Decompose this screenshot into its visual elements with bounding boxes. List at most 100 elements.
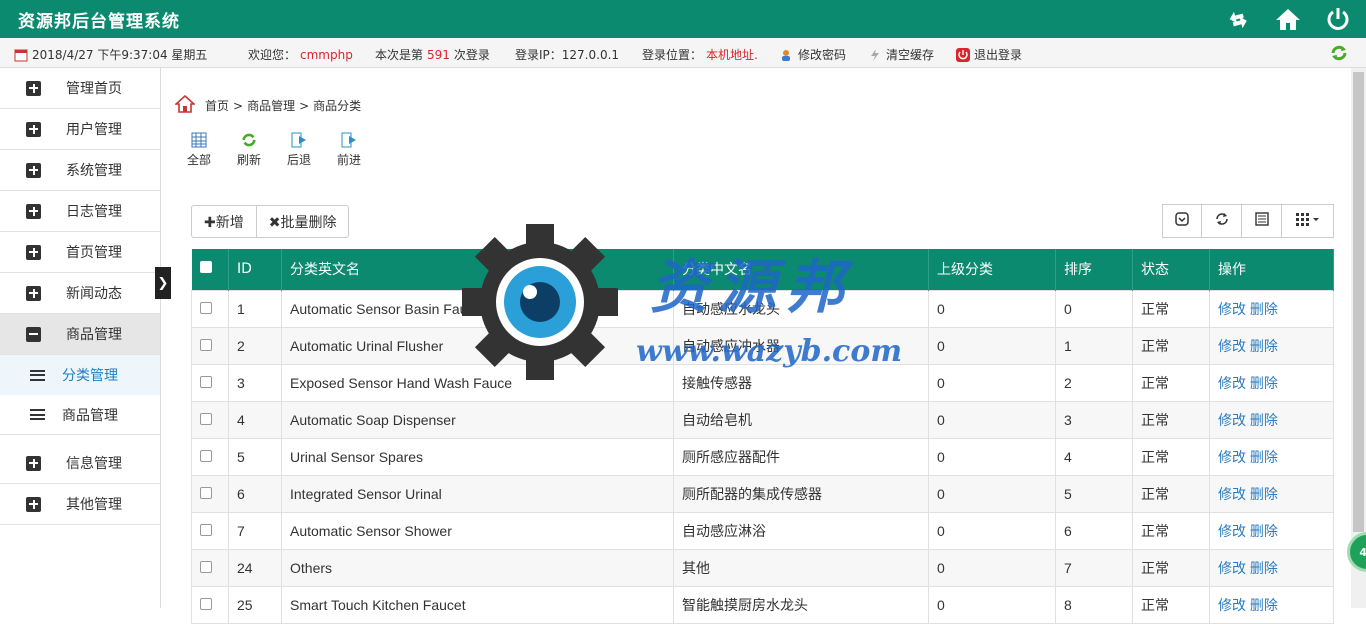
row-checkbox[interactable] bbox=[200, 523, 212, 536]
row-checkbox[interactable] bbox=[200, 375, 212, 388]
cell-status: 正常 bbox=[1132, 289, 1210, 328]
lightning-icon bbox=[868, 48, 882, 62]
row-checkbox[interactable] bbox=[200, 338, 212, 351]
cell-parent: 0 bbox=[928, 400, 1056, 439]
home-icon[interactable] bbox=[1274, 5, 1302, 33]
cell-actions: 修改 删除 bbox=[1209, 474, 1334, 513]
sidebar-item-homepage[interactable]: 首页管理 bbox=[0, 232, 160, 273]
column-header[interactable]: 状态 bbox=[1132, 249, 1210, 290]
edit-link[interactable]: 修改 bbox=[1218, 523, 1246, 539]
cell-status: 正常 bbox=[1132, 585, 1210, 624]
sidebar: 管理首页 用户管理 系统管理 日志管理 首页管理 新闻动态 商品管理 分类管理 … bbox=[0, 68, 161, 608]
row-checkbox[interactable] bbox=[200, 412, 212, 425]
breadcrumb-level1[interactable]: 商品管理 bbox=[247, 97, 295, 114]
edit-link[interactable]: 修改 bbox=[1218, 486, 1246, 502]
select-all-checkbox[interactable] bbox=[199, 261, 212, 274]
table-row: 3 Exposed Sensor Hand Wash Fauce 接触传感器 0 2 正常… bbox=[191, 363, 1334, 402]
edit-link[interactable]: 修改 bbox=[1218, 301, 1246, 317]
breadcrumb-home[interactable]: 首页 bbox=[205, 97, 229, 114]
table-row: 1 Automatic Sensor Basin Faucet 自动感应水龙头 0 0 正… bbox=[191, 289, 1334, 328]
breadcrumb: 首页 > 商品管理 > 商品分类 bbox=[173, 94, 361, 116]
sidebar-item-logs[interactable]: 日志管理 bbox=[0, 191, 160, 232]
login-ip: 登录IP：127.0.0.1 bbox=[515, 48, 620, 62]
delete-link[interactable]: 删除 bbox=[1250, 412, 1278, 428]
forward-icon bbox=[341, 132, 357, 148]
cell-english-name: Urinal Sensor Spares bbox=[281, 437, 674, 476]
cell-id: 25 bbox=[228, 585, 282, 624]
category-table: ID 分类英文名 分类中文名 上级分类 排序 状态 操作 1 Automatic … bbox=[191, 249, 1334, 624]
sidebar-item-system[interactable]: 系统管理 bbox=[0, 150, 160, 191]
action-buttons: ✚新增 ✖批量删除 bbox=[191, 205, 350, 238]
sidebar-item-home[interactable]: 管理首页 bbox=[0, 68, 160, 109]
column-header[interactable]: 排序 bbox=[1055, 249, 1133, 290]
show-all-button[interactable]: 全部 bbox=[181, 132, 217, 168]
column-header[interactable]: ID bbox=[228, 249, 282, 290]
refresh-button[interactable]: 刷新 bbox=[231, 132, 267, 168]
sidebar-item-products[interactable]: 商品管理 bbox=[0, 314, 160, 355]
switch-icon[interactable] bbox=[1224, 5, 1252, 33]
cell-id: 6 bbox=[228, 474, 282, 513]
table-row: 25 Smart Touch Kitchen Faucet 智能触摸厨房水龙头 0 8 正… bbox=[191, 585, 1334, 624]
row-checkbox[interactable] bbox=[200, 560, 212, 573]
add-button[interactable]: ✚新增 bbox=[191, 205, 257, 238]
clear-cache-link[interactable]: 清空缓存 bbox=[868, 46, 934, 63]
list-icon bbox=[30, 369, 45, 381]
power-icon[interactable] bbox=[1324, 5, 1352, 33]
delete-link[interactable]: 删除 bbox=[1250, 560, 1278, 576]
delete-link[interactable]: 删除 bbox=[1250, 486, 1278, 502]
plus-icon bbox=[26, 203, 41, 219]
cell-id: 24 bbox=[228, 548, 282, 587]
page-scrollbar[interactable] bbox=[1351, 68, 1366, 608]
toggle-search-button[interactable] bbox=[1162, 204, 1202, 238]
edit-link[interactable]: 修改 bbox=[1218, 412, 1246, 428]
calendar-icon bbox=[14, 48, 28, 62]
edit-link[interactable]: 修改 bbox=[1218, 375, 1246, 391]
row-checkbox[interactable] bbox=[200, 486, 212, 499]
cell-chinese-name: 自动给皂机 bbox=[673, 400, 929, 439]
batch-delete-button[interactable]: ✖批量删除 bbox=[256, 205, 350, 238]
forward-button[interactable]: 前进 bbox=[331, 132, 367, 168]
cell-chinese-name: 其他 bbox=[673, 548, 929, 587]
reload-table-button[interactable] bbox=[1202, 204, 1242, 238]
column-header[interactable]: 分类英文名 bbox=[281, 249, 674, 290]
cell-status: 正常 bbox=[1132, 437, 1210, 476]
edit-link[interactable]: 修改 bbox=[1218, 338, 1246, 354]
toggle-view-button[interactable] bbox=[1242, 204, 1282, 238]
table-row: 24 Others 其他 0 7 正常 修改 删除 bbox=[191, 548, 1334, 587]
edit-link[interactable]: 修改 bbox=[1218, 597, 1246, 613]
sidebar-subitem-products[interactable]: 商品管理 bbox=[0, 395, 160, 435]
sidebar-item-news[interactable]: 新闻动态 bbox=[0, 273, 160, 314]
delete-link[interactable]: 删除 bbox=[1250, 375, 1278, 391]
change-password-link[interactable]: 修改密码 bbox=[780, 46, 846, 63]
plus-icon bbox=[26, 244, 41, 260]
refresh-icon[interactable] bbox=[1330, 44, 1348, 62]
row-select-cell bbox=[191, 548, 229, 587]
row-select-cell bbox=[191, 363, 229, 402]
delete-link[interactable]: 删除 bbox=[1250, 597, 1278, 613]
sidebar-item-users[interactable]: 用户管理 bbox=[0, 109, 160, 150]
cell-id: 5 bbox=[228, 437, 282, 476]
logout-link[interactable]: 退出登录 bbox=[956, 46, 1022, 63]
columns-dropdown-button[interactable] bbox=[1282, 204, 1334, 238]
row-checkbox[interactable] bbox=[200, 449, 212, 462]
cell-status: 正常 bbox=[1132, 326, 1210, 365]
sidebar-subitem-categories[interactable]: 分类管理 bbox=[0, 355, 160, 395]
column-header[interactable]: 分类中文名 bbox=[673, 249, 929, 290]
scrollbar-thumb[interactable] bbox=[1353, 72, 1364, 532]
delete-link[interactable]: 删除 bbox=[1250, 338, 1278, 354]
edit-link[interactable]: 修改 bbox=[1218, 449, 1246, 465]
delete-link[interactable]: 删除 bbox=[1250, 301, 1278, 317]
sidebar-item-other[interactable]: 其他管理 bbox=[0, 484, 160, 525]
column-header: 操作 bbox=[1209, 249, 1334, 290]
cell-actions: 修改 删除 bbox=[1209, 437, 1334, 476]
edit-link[interactable]: 修改 bbox=[1218, 560, 1246, 576]
row-checkbox[interactable] bbox=[200, 301, 212, 314]
back-button[interactable]: 后退 bbox=[281, 132, 317, 168]
sidebar-item-info[interactable]: 信息管理 bbox=[0, 443, 160, 484]
home-icon[interactable] bbox=[173, 94, 197, 116]
delete-link[interactable]: 删除 bbox=[1250, 523, 1278, 539]
delete-link[interactable]: 删除 bbox=[1250, 449, 1278, 465]
cell-sort: 1 bbox=[1055, 326, 1133, 365]
column-header[interactable]: 上级分类 bbox=[928, 249, 1056, 290]
toolbar: 全部 刷新 后退 前进 bbox=[181, 132, 367, 168]
